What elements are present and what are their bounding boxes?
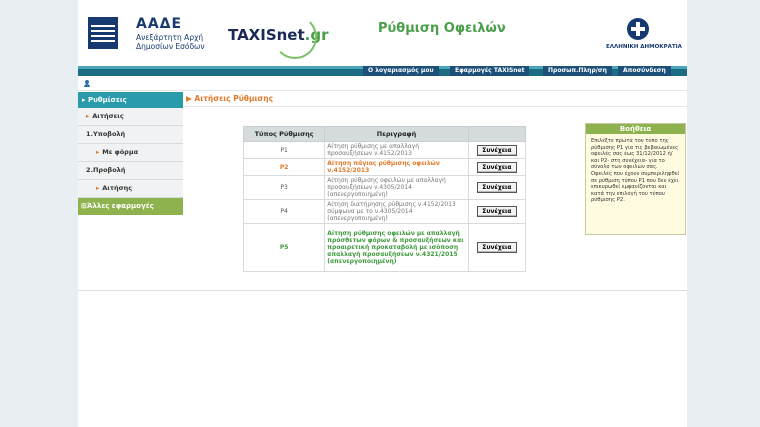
- settlement-table: Τύπος Ρύθμισης Περιγραφή P1 Αίτηση ρύθμι…: [242, 126, 527, 272]
- row-desc: Αίτηση ρύθμισης οφειλών με απαλλαγή προσ…: [324, 175, 469, 200]
- page-title: Ρύθμιση Οφειλών: [378, 21, 506, 36]
- sidebar: ▸ Ρυθμίσεις ▸ Αιτήσεις 1.Υποβολή ▸ Με φόρμ…: [78, 92, 183, 215]
- row-desc: Αίτηση πάγιας ρύθμισης οφειλών ν.4152/20…: [324, 158, 469, 176]
- content-divider: [78, 290, 687, 291]
- page: ΑΑΔΕ Ανεξάρτητη Αρχή Δημοσίων Εσόδων TAX…: [78, 0, 687, 427]
- continue-button-p1[interactable]: Συνέχεια: [477, 144, 517, 156]
- help-title: Βοήθεια: [586, 124, 685, 134]
- nav-my-account[interactable]: Ο λογαριασμός μου: [363, 66, 439, 76]
- row-desc: Αίτηση ρύθμισης οφειλών με απαλλαγή πρόσ…: [324, 223, 469, 272]
- greek-emblem-icon: [627, 18, 649, 40]
- nav-personal-info[interactable]: Προσωπ.Πληρ/ση: [543, 66, 612, 76]
- help-text: Επιλέξτε πρώτα τον τύπο της ρύθμισης P1 …: [591, 138, 680, 204]
- aade-logo-icon: [88, 17, 118, 49]
- row-type: P5: [242, 223, 326, 272]
- org-subtitle: Ανεξάρτητη Αρχή Δημοσίων Εσόδων: [136, 33, 205, 51]
- sidebar-item-applications[interactable]: ▸ Αιτήσεις: [78, 108, 183, 126]
- gov-label: ΕΛΛΗΝΙΚΗ ΔΗΜΟΚΡΑΤΙΑ: [606, 44, 682, 50]
- col-action-header: [467, 126, 527, 142]
- sidebar-header[interactable]: ▸ Ρυθμίσεις: [78, 92, 183, 108]
- triangle-icon: ▸: [96, 184, 100, 192]
- triangle-icon: ▸: [96, 148, 100, 156]
- nav-taxisnet-apps[interactable]: Εφαρμογές TAXISnet: [450, 66, 530, 76]
- sidebar-item-view[interactable]: 2.Προβολή: [78, 162, 183, 180]
- table-row: P5 Αίτηση ρύθμισης οφειλών με απαλλαγή π…: [242, 223, 527, 272]
- row-type: P3: [242, 175, 326, 200]
- sidebar-item-form[interactable]: ▸ Με φόρμα: [78, 144, 183, 162]
- continue-button-p4[interactable]: Συνέχεια: [477, 206, 517, 217]
- row-desc: Αίτηση διατήρησης ρύθμισης ν.4152/2013 σ…: [324, 199, 469, 224]
- col-desc-header: Περιγραφή: [324, 126, 469, 142]
- nav-logout[interactable]: Αποσύνδεση: [618, 66, 671, 76]
- continue-button-p3[interactable]: Συνέχεια: [477, 182, 517, 193]
- table-header-row: Τύπος Ρύθμισης Περιγραφή: [242, 126, 527, 142]
- org-name: ΑΑΔΕ: [136, 16, 183, 32]
- table-row: P4 Αίτηση διατήρησης ρύθμισης ν.4152/201…: [242, 199, 527, 224]
- table-row: P2 Αίτηση πάγιας ρύθμισης οφειλών ν.4152…: [242, 158, 527, 176]
- row-type: P4: [242, 199, 326, 224]
- breadcrumb: ▶ Αιτήσεις Ρύθμισης: [186, 94, 274, 103]
- swoosh-icon: [273, 15, 317, 59]
- col-type-header: Τύπος Ρύθμισης: [242, 126, 326, 142]
- continue-button-p5[interactable]: Συνέχεια: [477, 242, 517, 253]
- sidebar-item-submit[interactable]: 1.Υποβολή: [78, 126, 183, 144]
- sidebar-other-apps[interactable]: ⊞Άλλες εφαρμογές: [78, 198, 183, 215]
- continue-button-p2[interactable]: Συνέχεια: [477, 161, 517, 173]
- sidebar-item-application[interactable]: ▸ Αιτήσης: [78, 180, 183, 198]
- breadcrumb-divider: [184, 106, 687, 107]
- table-row: P1 Αίτηση ρύθμισης με απαλλαγή προσαυξήσ…: [242, 141, 527, 159]
- help-panel: Βοήθεια Επιλέξτε πρώτα τον τύπο της ρύθμ…: [585, 123, 686, 235]
- header: ΑΑΔΕ Ανεξάρτητη Αρχή Δημοσίων Εσόδων TAX…: [78, 0, 687, 66]
- row-type: P1: [242, 141, 326, 159]
- row-desc: Αίτηση ρύθμισης με απαλλαγή προσαυξήσεων…: [324, 141, 469, 159]
- user-bar: [78, 77, 687, 91]
- triangle-icon: ▸: [86, 112, 90, 120]
- table-row: P3 Αίτηση ρύθμισης οφειλών με απαλλαγή π…: [242, 175, 527, 200]
- row-type: P2: [242, 158, 326, 176]
- user-icon[interactable]: [84, 80, 90, 87]
